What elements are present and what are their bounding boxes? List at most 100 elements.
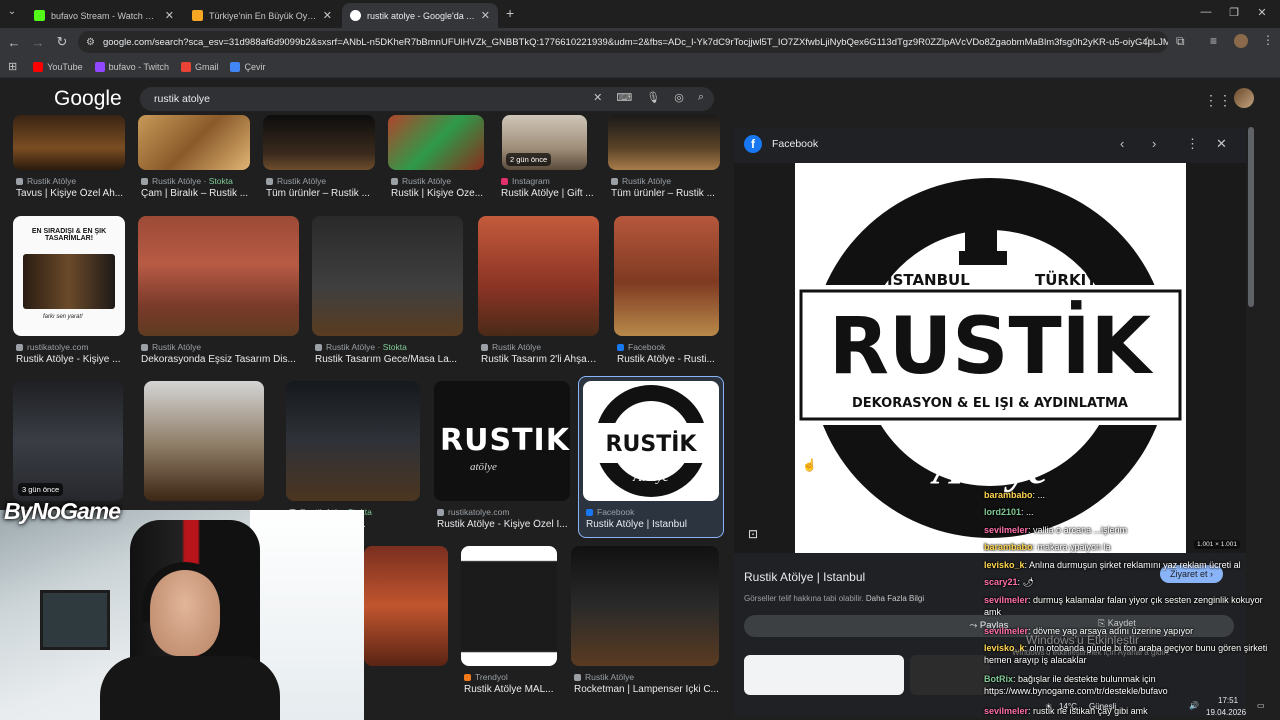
site-info-icon[interactable]: ⚙ [86, 37, 95, 48]
result-caption[interactable]: Rustik Atölye - Kişiye ... [16, 354, 126, 365]
new-tab-button[interactable]: + [506, 5, 514, 21]
image-result[interactable] [138, 216, 299, 336]
minimize-icon[interactable]: — [1196, 6, 1216, 18]
media-icon[interactable]: ≡ [1210, 34, 1217, 48]
result-caption[interactable]: Rustik Atölye - Kişiye Özel I... [437, 519, 569, 530]
logo-city: ISTANBUL [887, 271, 970, 289]
more-options-icon[interactable]: ⋮ [1186, 136, 1199, 152]
result-caption[interactable]: Rustik Tasarım Gece/Masa La... [315, 354, 463, 365]
bookmark-gmail[interactable]: Gmail [180, 61, 218, 72]
image-result[interactable] [461, 546, 557, 666]
bookmark-label: YouTube [47, 61, 83, 72]
google-apps-icon[interactable]: ⋮⋮ [1204, 92, 1232, 109]
result-caption[interactable]: Çam | Biralık – Rustik ... [141, 188, 251, 199]
image-result[interactable] [614, 216, 719, 336]
scrollbar[interactable] [1248, 127, 1254, 307]
close-tab-icon[interactable]: ✕ [323, 9, 332, 22]
result-caption[interactable]: Rustik Tasarım 2'li Ahşap ... [481, 354, 601, 365]
tab-strip: ⌄ bufavo Stream - Watch Live on ✕ Türkiy… [0, 0, 1280, 28]
image-result[interactable]: RUSTIK atölye [434, 381, 570, 501]
close-window-icon[interactable]: ✕ [1252, 6, 1272, 19]
image-result[interactable]: EN SIRADIŞI & EN ŞIK TASARIMLAR! farkı s… [13, 216, 125, 336]
chat-message: sevilmeler: durmuş kalamalar falan yiyor… [984, 595, 1263, 617]
preview-title[interactable]: Rustik Atölye | Istanbul [744, 570, 865, 584]
bookmark-label: bufavo - Twitch [108, 61, 169, 72]
clear-icon[interactable]: ✕ [593, 91, 602, 104]
search-icon[interactable]: ⌕ [698, 91, 704, 104]
profile-avatar[interactable] [1234, 34, 1248, 48]
lens-search-icon[interactable]: ⊡ [748, 527, 758, 541]
keyboard-icon[interactable]: ⌨ [616, 91, 632, 104]
forward-icon[interactable]: → [26, 35, 50, 50]
search-query: rustik atolye [154, 93, 211, 105]
tab-search-icon[interactable]: ⌄ [2, 6, 22, 17]
weather-icon[interactable]: ☀ [1045, 702, 1052, 711]
address-bar[interactable]: ⚙ google.com/search?sca_esv=31d988af6d90… [78, 31, 1168, 53]
rustik-logo-sub: atölye [470, 461, 497, 473]
result-caption[interactable]: Rustik Atölye | Gift ... [501, 188, 597, 199]
preview-source-label: Facebook [772, 138, 819, 150]
google-logo[interactable]: Google [54, 87, 122, 111]
lens-icon[interactable]: ◎ [674, 91, 684, 104]
clock-time[interactable]: 17:51 [1218, 696, 1238, 705]
image-result[interactable] [138, 115, 250, 170]
tab-title: Türkiye'nin En Büyük Oyuncu D [209, 10, 317, 21]
bookmark-star-icon[interactable]: ☆ [1142, 34, 1153, 48]
search-box[interactable]: rustik atolye ✕ ⌨ 🎙 ◎ ⌕ [140, 87, 714, 111]
image-result[interactable] [608, 115, 720, 170]
bookmark-translate[interactable]: Çevir [230, 61, 266, 72]
close-tab-icon[interactable]: ✕ [481, 9, 490, 22]
clock-date[interactable]: 19.04.2026 [1206, 708, 1246, 717]
bookmark-youtube[interactable]: YouTube [33, 61, 83, 72]
volume-icon[interactable]: 🔊 [1189, 701, 1199, 710]
more-info-link[interactable]: Daha Fazla Bilgi [866, 594, 924, 603]
result-caption[interactable]: Rustik Atölye MAL... [464, 684, 558, 695]
image-result[interactable] [144, 381, 264, 501]
image-result[interactable] [286, 381, 420, 501]
notification-icon[interactable]: ▭ [1257, 701, 1265, 710]
poster-photo [23, 254, 115, 309]
related-image[interactable] [910, 655, 990, 695]
tab-google-search[interactable]: rustik atolye - Google'da Ara ✕ [342, 3, 498, 28]
image-result[interactable] [263, 115, 375, 170]
image-result[interactable] [388, 115, 484, 170]
image-result[interactable] [13, 115, 125, 170]
result-caption[interactable]: Rocketman | Lampenser İçki C... [574, 684, 720, 695]
result-caption[interactable]: Dekorasyonda Eşsiz Tasarım Dis... [141, 354, 299, 365]
result-source: rustikatolye.com [437, 507, 509, 517]
extensions-icon[interactable]: ⧉ [1176, 34, 1185, 49]
youtube-icon [33, 61, 44, 72]
bookmarks-bar: ⊞ YouTube bufavo - Twitch Gmail Çevir [0, 56, 1280, 78]
image-result[interactable] [312, 216, 463, 336]
chat-message: levisko_k: Anlına durmuşun şirket reklam… [984, 560, 1241, 570]
result-caption[interactable]: Rustik Atölye | Istanbul [586, 519, 718, 530]
tab-bufavo[interactable]: bufavo Stream - Watch Live on ✕ [26, 3, 182, 28]
result-caption[interactable]: Tavus | Kişiye Özel Ah... [16, 188, 126, 199]
close-icon[interactable]: ✕ [1216, 136, 1227, 152]
result-caption[interactable]: Tüm ürünler – Rustik ... [611, 188, 721, 199]
prev-icon[interactable]: ‹ [1120, 136, 1124, 151]
image-result[interactable] [571, 546, 719, 666]
result-caption[interactable]: Rustik Atölye - Rusti... [617, 354, 719, 365]
back-icon[interactable]: ← [2, 35, 26, 50]
microphone-icon[interactable]: 🎙 [646, 91, 660, 104]
next-icon[interactable]: › [1152, 136, 1156, 151]
menu-icon[interactable]: ⋮ [1262, 33, 1274, 47]
tab-bynogame[interactable]: Türkiye'nin En Büyük Oyuncu D ✕ [184, 3, 340, 28]
system-tray: ☀ 14°C Güneşli 🔊 17:51 19.04.2026 ▭ [1045, 694, 1280, 720]
close-tab-icon[interactable]: ✕ [165, 9, 174, 22]
bookmark-twitch[interactable]: bufavo - Twitch [94, 61, 169, 72]
result-caption[interactable]: Tüm ürünler – Rustik ... [266, 188, 376, 199]
preview-source[interactable]: f Facebook [744, 135, 818, 153]
restore-icon[interactable]: ❐ [1224, 6, 1244, 19]
related-image[interactable] [744, 655, 904, 695]
apps-icon[interactable]: ⊞ [8, 60, 17, 73]
image-result-selected[interactable]: RUSTİK Atölye [583, 381, 719, 501]
image-result[interactable] [478, 216, 599, 336]
reload-icon[interactable]: ↻ [50, 34, 74, 50]
chat-message: barambabo: makara ypaiyon la [984, 542, 1111, 552]
account-avatar[interactable] [1234, 88, 1254, 108]
svg-text:Atölye: Atölye [632, 470, 669, 485]
image-result[interactable] [364, 546, 448, 666]
result-caption[interactable]: Rustik | Kişiye Öze... [391, 188, 487, 199]
